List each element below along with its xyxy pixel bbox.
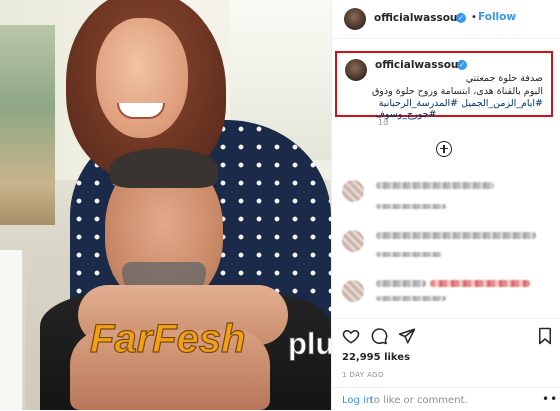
header-username[interactable]: officialwassouf <box>374 12 462 24</box>
blurred-comment-text <box>376 280 426 287</box>
login-prompt-text: to like or comment. <box>370 395 468 406</box>
blurred-comment-avatar <box>342 280 364 302</box>
login-link[interactable]: Log in <box>342 395 372 406</box>
watermark-text-part1: FarFesh <box>90 317 246 361</box>
post-header: officialwassouf ✓ • Follow <box>332 0 560 39</box>
posted-time: 1 DAY AGO <box>342 371 384 379</box>
blurred-comment <box>332 278 560 318</box>
plus-circle-icon[interactable] <box>436 141 452 157</box>
caption-line-2: اليوم بالقناة هدى، ابتسامة وروح حلوة وذو… <box>371 86 543 97</box>
caption-highlight-box: officialwassouf ✓ صدفة حلوة جمعتني اليوم… <box>335 51 553 120</box>
profile-avatar[interactable] <box>344 8 366 30</box>
photo-white-chair <box>0 250 25 410</box>
caption-hashtags-1[interactable]: #ايام_الزمن_الجميل #المدرسة_الرحبانية <box>379 98 543 109</box>
photo-man-hair <box>110 148 218 188</box>
caption-time: 1d <box>378 118 389 127</box>
blurred-comment-text <box>376 232 536 239</box>
photo-wall-painting <box>0 25 55 225</box>
verified-badge-icon: ✓ <box>456 13 466 23</box>
blurred-comment-text <box>376 182 494 189</box>
blurred-comment-avatar <box>342 180 364 202</box>
blurred-comment-meta <box>376 296 446 301</box>
blurred-comment-avatar <box>342 230 364 252</box>
post-actions-bar <box>332 318 560 349</box>
photo-woman-face <box>96 18 188 138</box>
caption-line-1: صدفة حلوة جمعتني <box>465 73 543 84</box>
caption-avatar[interactable] <box>345 59 367 81</box>
comment-bubble-icon[interactable] <box>370 327 388 345</box>
more-options-icon[interactable]: ••• <box>542 392 560 406</box>
caption-verified-badge-icon: ✓ <box>457 60 467 70</box>
paper-plane-icon[interactable] <box>398 327 416 345</box>
post-side-panel: officialwassouf ✓ • Follow officialwasso… <box>331 0 560 410</box>
bookmark-icon[interactable] <box>536 327 554 345</box>
likes-count[interactable]: 22,995 likes <box>342 352 410 363</box>
blurred-comment <box>332 178 560 218</box>
caption-username[interactable]: officialwassouf <box>375 59 463 71</box>
blurred-comment <box>332 228 560 268</box>
follow-button[interactable]: Follow <box>478 11 516 23</box>
header-separator: • <box>471 12 477 23</box>
blurred-comment-text-red <box>430 280 530 287</box>
login-prompt: Log in to like or comment. ••• <box>332 387 560 411</box>
blurred-comment-meta <box>376 204 446 209</box>
heart-icon[interactable] <box>342 327 360 345</box>
blurred-comment-meta <box>376 252 442 257</box>
